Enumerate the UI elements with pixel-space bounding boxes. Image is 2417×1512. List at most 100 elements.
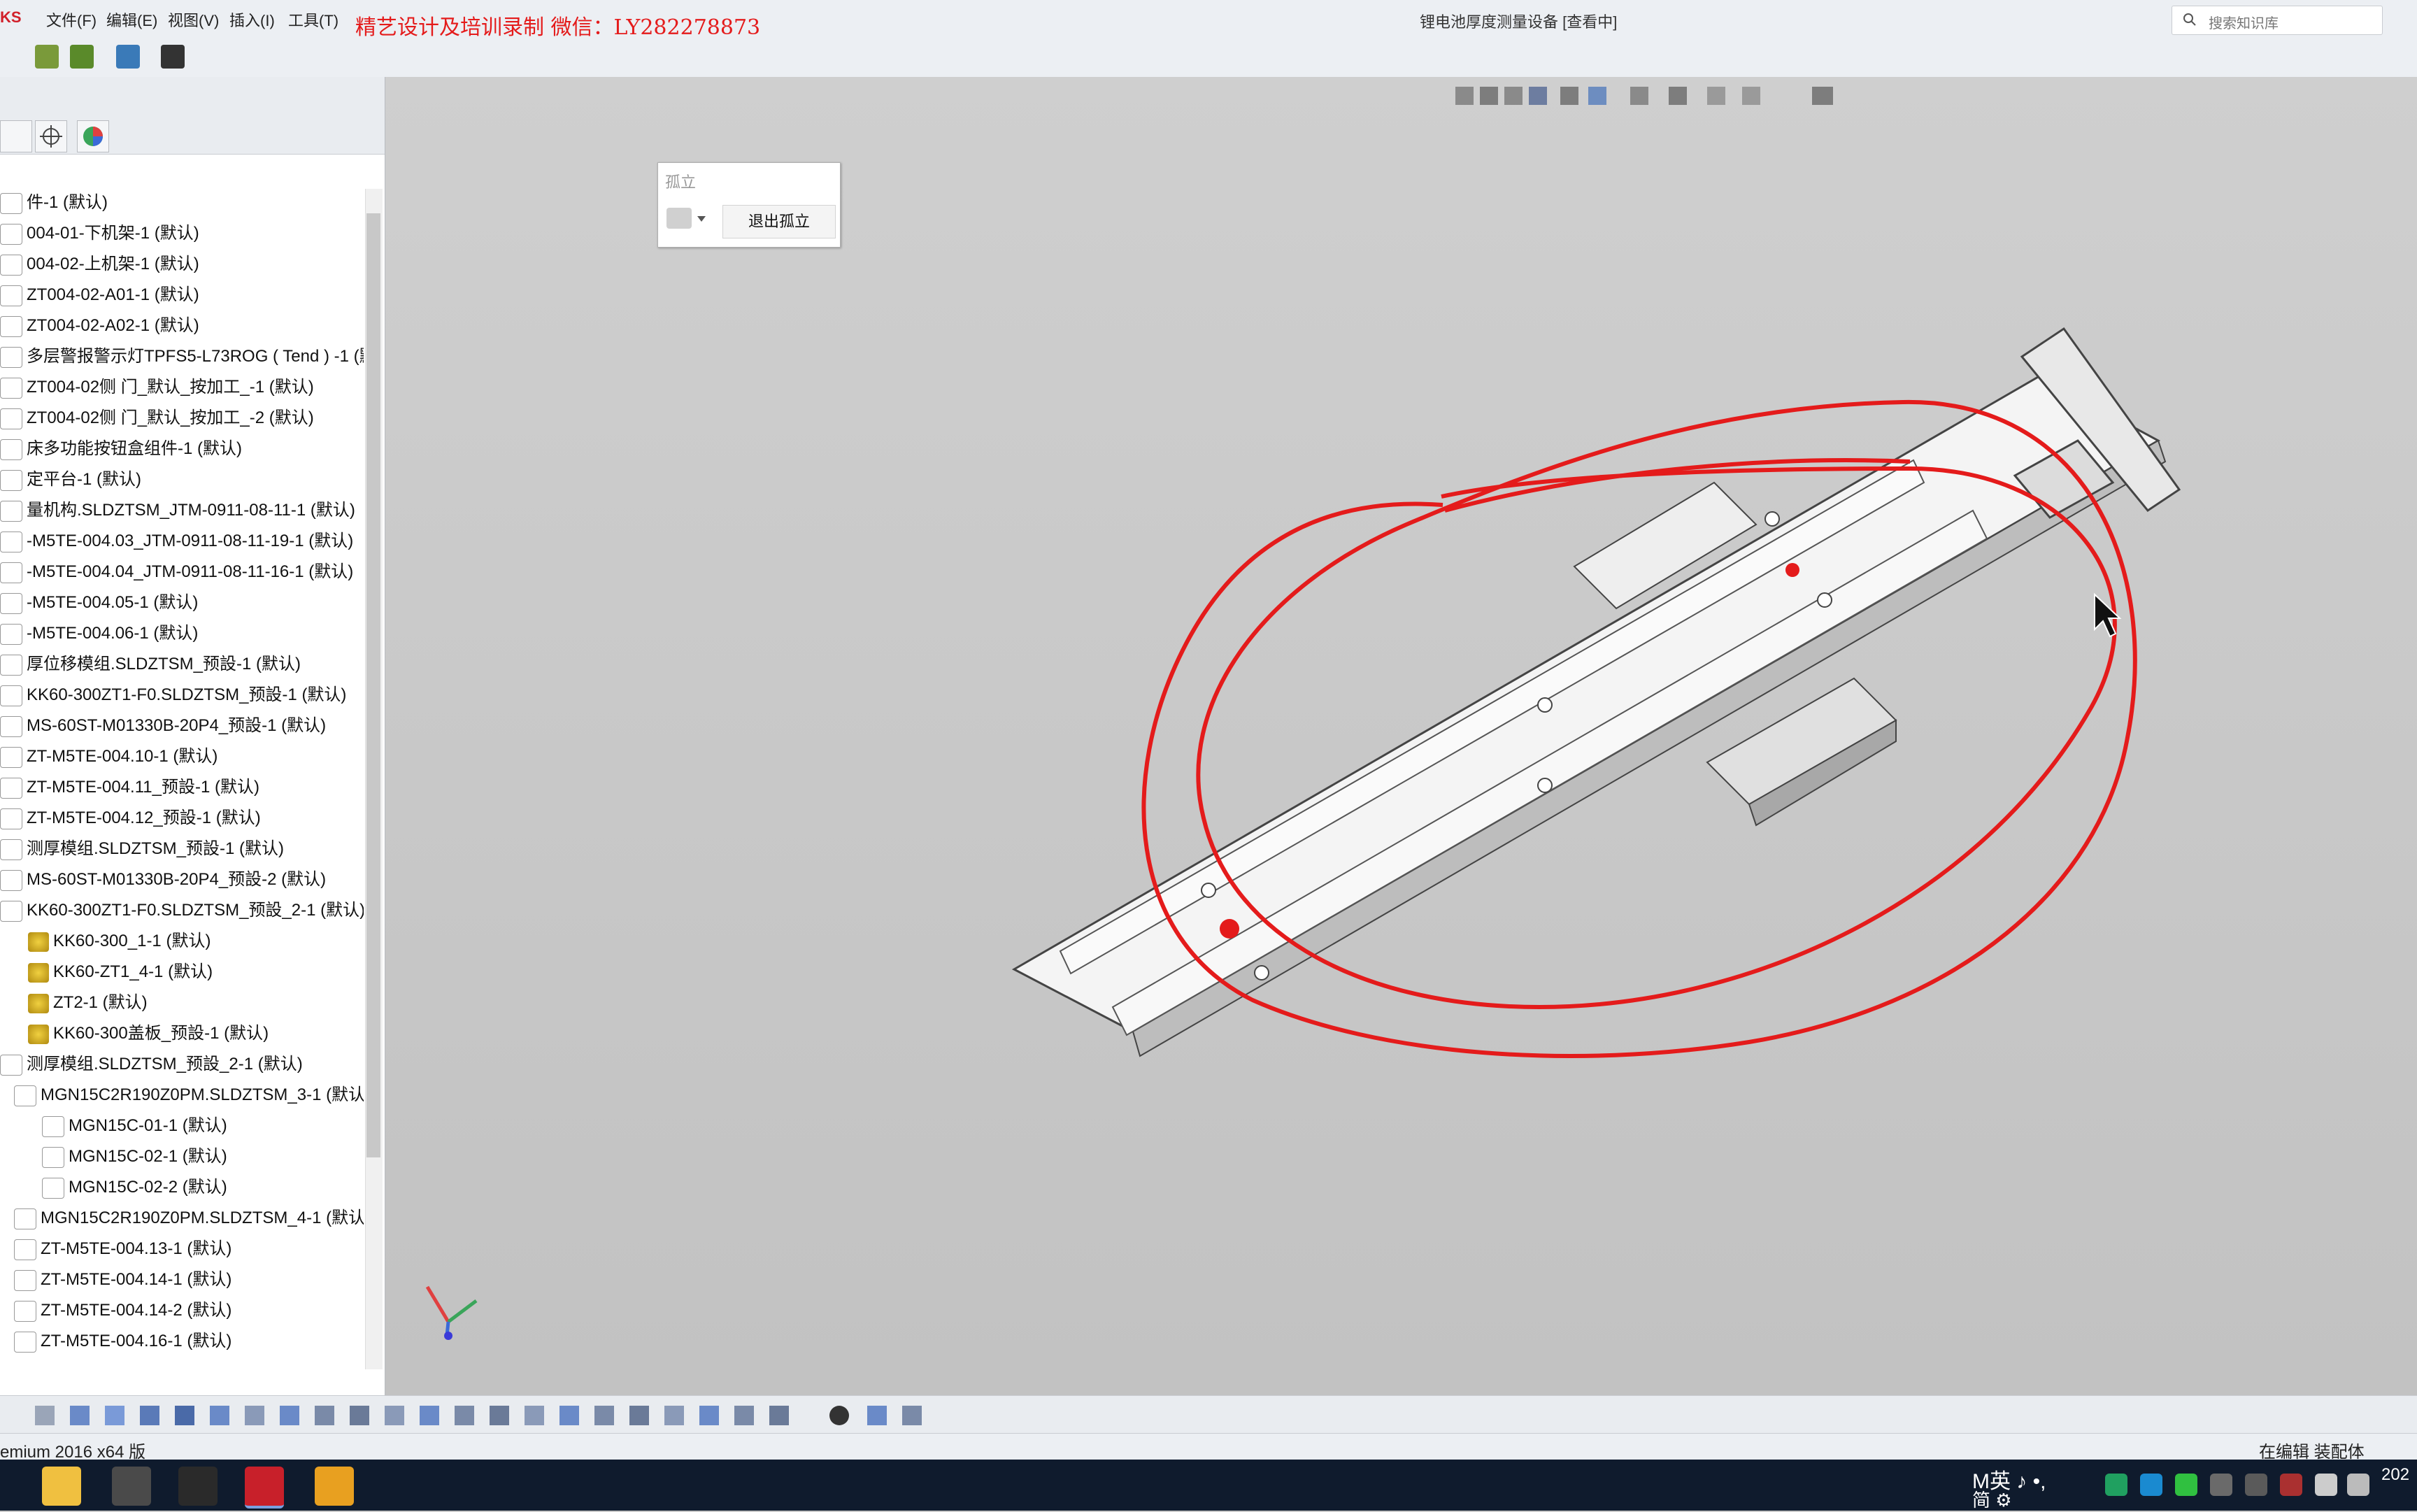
tree-item[interactable]: ZT-M5TE-004.10-1 (默认) bbox=[0, 741, 218, 772]
menu-file[interactable]: 文件(F) bbox=[46, 8, 97, 31]
tree-item[interactable]: 004-01-下机架-1 (默认) bbox=[0, 218, 199, 249]
tree-item[interactable]: 测厚模组.SLDZTSM_预設_2-1 (默认) bbox=[0, 1049, 303, 1080]
tree-item[interactable]: ZT004-02侧 门_默认_按加工_-1 (默认) bbox=[0, 372, 314, 403]
dimension-tool-icon[interactable] bbox=[559, 1406, 579, 1425]
note-tool-icon[interactable] bbox=[525, 1406, 544, 1425]
volume-icon[interactable] bbox=[2347, 1474, 2369, 1496]
tree-item[interactable]: 测厚模组.SLDZTSM_预設-1 (默认) bbox=[0, 834, 284, 864]
tree-item[interactable]: ZT-M5TE-004.14-2 (默认) bbox=[14, 1295, 231, 1326]
input-mode-indicator[interactable]: 简 ⚙ bbox=[1972, 1486, 2012, 1512]
tree-item[interactable]: -M5TE-004.05-1 (默认) bbox=[0, 587, 198, 618]
arc-tool-icon[interactable] bbox=[210, 1406, 229, 1425]
assembly-icon bbox=[0, 408, 22, 429]
tray-app-icon[interactable] bbox=[2210, 1474, 2232, 1496]
tree-item[interactable]: KK60-300ZT1-F0.SLDZTSM_预設-1 (默认) bbox=[0, 680, 346, 711]
tree-item[interactable]: ZT004-02-A01-1 (默认) bbox=[0, 280, 199, 311]
feature-tree-tab[interactable] bbox=[0, 120, 32, 152]
text-tool-icon[interactable] bbox=[594, 1406, 614, 1425]
menu-insert[interactable]: 插入(I) bbox=[229, 8, 275, 31]
trim-tool-icon[interactable] bbox=[315, 1406, 334, 1425]
tree-item[interactable]: 量机构.SLDZTSM_JTM-0911-08-11-1 (默认) bbox=[0, 495, 355, 526]
tree-item[interactable]: MGN15C2R190Z0PM.SLDZTSM_3-1 (默认 bbox=[14, 1080, 364, 1111]
datum-tool-icon[interactable] bbox=[699, 1406, 719, 1425]
tree-item-label: MGN15C2R190Z0PM.SLDZTSM_4-1 (默认 bbox=[41, 1208, 364, 1227]
tray-app-icon[interactable] bbox=[2280, 1474, 2302, 1496]
solidworks-icon[interactable] bbox=[245, 1467, 284, 1509]
media-player-icon[interactable] bbox=[315, 1467, 354, 1506]
offset-tool-icon[interactable] bbox=[350, 1406, 369, 1425]
tree-item-label: 多层警报警示灯TPFS5-L73ROG ( Tend ) -1 (默 bbox=[27, 347, 364, 366]
tray-app-icon[interactable] bbox=[2105, 1474, 2127, 1496]
tree-item[interactable]: ZT-M5TE-004.12_预設-1 (默认) bbox=[0, 803, 261, 834]
tree-scroll-thumb[interactable] bbox=[366, 213, 380, 1157]
rebuild-icon[interactable] bbox=[70, 45, 94, 69]
visibility-dropdown-icon[interactable] bbox=[666, 204, 711, 234]
tree-item-label: MS-60ST-M01330B-20P4_预設-2 (默认) bbox=[27, 870, 327, 889]
clock[interactable]: 202 bbox=[2381, 1465, 2409, 1485]
relation-tool-icon[interactable] bbox=[455, 1406, 474, 1425]
hole-tool-icon[interactable] bbox=[664, 1406, 684, 1425]
stop-icon[interactable] bbox=[829, 1406, 849, 1425]
measure-tool-icon[interactable] bbox=[490, 1406, 509, 1425]
rectangle-tool-icon[interactable] bbox=[140, 1406, 159, 1425]
tree-item[interactable]: MGN15C2R190Z0PM.SLDZTSM_4-1 (默认 bbox=[14, 1203, 364, 1234]
exit-isolate-button[interactable]: 退出孤立 bbox=[722, 205, 836, 238]
tree-item[interactable]: ZT004-02-A02-1 (默认) bbox=[0, 311, 199, 341]
tree-item[interactable]: MGN15C-01-1 (默认) bbox=[42, 1111, 227, 1141]
tree-item[interactable]: ZT004-02侧 门_默认_按加工_-2 (默认) bbox=[0, 403, 314, 434]
assembly-icon[interactable] bbox=[116, 45, 140, 69]
wechat-icon[interactable] bbox=[2175, 1474, 2197, 1496]
tree-item[interactable]: ZT-M5TE-004.13-1 (默认) bbox=[14, 1234, 231, 1264]
tree-item[interactable]: KK60-300ZT1-F0.SLDZTSM_预設_2-1 (默认) bbox=[0, 895, 364, 926]
config-tab[interactable] bbox=[35, 120, 67, 152]
layer-tool-icon[interactable] bbox=[867, 1406, 887, 1425]
appearance-tab[interactable] bbox=[77, 120, 109, 152]
tree-item[interactable]: ZT2-1 (默认) bbox=[28, 987, 148, 1018]
tree-item[interactable]: ZT-M5TE-004.16-1 (默认) bbox=[14, 1326, 231, 1357]
line-tool-icon[interactable] bbox=[105, 1406, 124, 1425]
tree-item[interactable]: -M5TE-004.03_JTM-0911-08-11-19-1 (默认) bbox=[0, 526, 353, 557]
weld-tool-icon[interactable] bbox=[629, 1406, 649, 1425]
pattern-tool-icon[interactable] bbox=[420, 1406, 439, 1425]
tree-item[interactable]: MS-60ST-M01330B-20P4_预設-2 (默认) bbox=[0, 864, 326, 895]
tray-app-icon[interactable] bbox=[2245, 1474, 2267, 1496]
block-tool-icon[interactable] bbox=[769, 1406, 789, 1425]
menu-view[interactable]: 视图(V) bbox=[168, 8, 219, 31]
qq-icon[interactable] bbox=[178, 1467, 218, 1506]
search-input[interactable]: 搜索知识库 bbox=[2172, 6, 2383, 35]
tree-item[interactable]: 床多功能按钮盒组件-1 (默认) bbox=[0, 434, 242, 464]
fillet-tool-icon[interactable] bbox=[280, 1406, 299, 1425]
tree-item[interactable]: MGN15C-02-2 (默认) bbox=[42, 1172, 227, 1203]
file-explorer-icon[interactable] bbox=[42, 1467, 81, 1506]
tree-item[interactable]: 厚位移模组.SLDZTSM_预設-1 (默认) bbox=[0, 649, 301, 680]
mate-icon[interactable] bbox=[161, 45, 185, 69]
tree-item[interactable]: -M5TE-004.04_JTM-0911-08-11-16-1 (默认) bbox=[0, 557, 353, 587]
select-tool-icon[interactable] bbox=[35, 1406, 55, 1425]
tree-item[interactable]: 多层警报警示灯TPFS5-L73ROG ( Tend ) -1 (默 bbox=[0, 341, 364, 372]
smart-dimension-icon[interactable] bbox=[70, 1406, 90, 1425]
tree-item[interactable]: 件-1 (默认) bbox=[0, 187, 108, 218]
tree-item[interactable]: MS-60ST-M01330B-20P4_预設-1 (默认) bbox=[0, 711, 326, 741]
tree-item[interactable]: KK60-ZT1_4-1 (默认) bbox=[28, 957, 213, 987]
graphics-viewport[interactable] bbox=[385, 77, 2417, 1395]
tree-item[interactable]: KK60-300_1-1 (默认) bbox=[28, 926, 211, 957]
network-icon[interactable] bbox=[2315, 1474, 2337, 1496]
tree-item-label: 定平台-1 (默认) bbox=[27, 470, 141, 489]
tree-item[interactable]: -M5TE-004.06-1 (默认) bbox=[0, 618, 198, 649]
menu-edit[interactable]: 编辑(E) bbox=[106, 8, 157, 31]
tree-item[interactable]: 定平台-1 (默认) bbox=[0, 464, 141, 495]
menu-tools[interactable]: 工具(T) bbox=[288, 8, 338, 31]
hide-tool-icon[interactable] bbox=[902, 1406, 922, 1425]
tree-item[interactable]: ZT-M5TE-004.14-1 (默认) bbox=[14, 1264, 231, 1295]
tree-item[interactable]: 004-02-上机架-1 (默认) bbox=[0, 249, 199, 280]
tree-item[interactable]: MGN15C-02-1 (默认) bbox=[42, 1141, 227, 1172]
tray-app-icon[interactable] bbox=[2140, 1474, 2162, 1496]
circle-tool-icon[interactable] bbox=[175, 1406, 194, 1425]
tree-item[interactable]: ZT-M5TE-004.11_预設-1 (默认) bbox=[0, 772, 259, 803]
surface-tool-icon[interactable] bbox=[734, 1406, 754, 1425]
calculator-icon[interactable] bbox=[112, 1467, 151, 1506]
mirror-tool-icon[interactable] bbox=[385, 1406, 404, 1425]
options-icon[interactable] bbox=[35, 45, 59, 69]
tree-item[interactable]: KK60-300盖板_预設-1 (默认) bbox=[28, 1018, 269, 1049]
spline-tool-icon[interactable] bbox=[245, 1406, 264, 1425]
